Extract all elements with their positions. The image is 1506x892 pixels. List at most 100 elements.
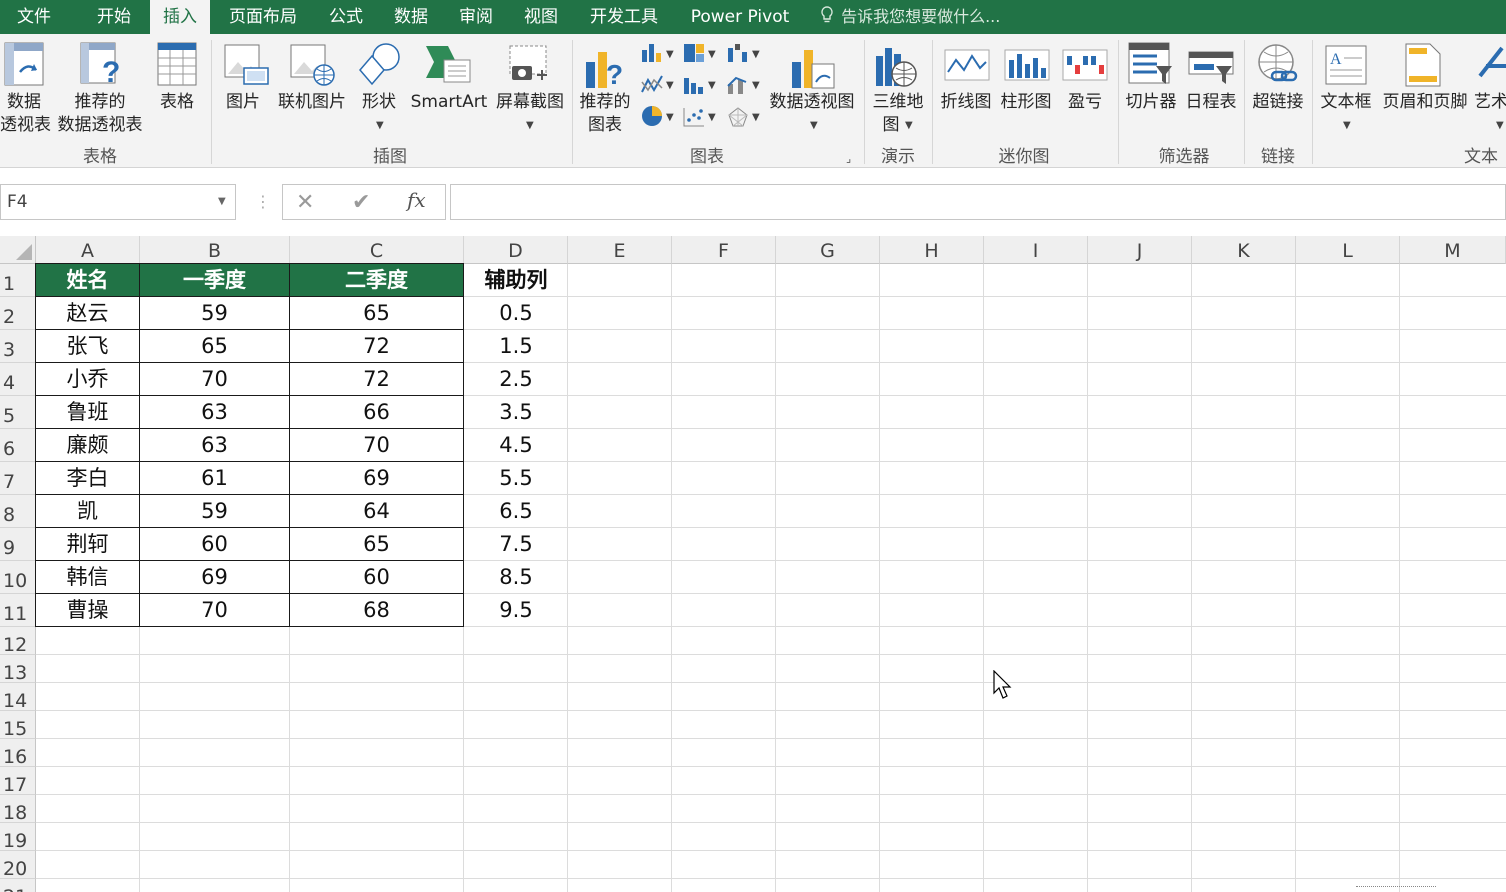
table-cell[interactable]: 张飞: [35, 329, 140, 363]
table-cell[interactable]: 68: [289, 593, 464, 627]
table-header-cell[interactable]: 二季度: [289, 263, 464, 297]
column-header[interactable]: F: [672, 236, 776, 264]
row-header[interactable]: 6: [0, 429, 36, 462]
row-header[interactable]: 15: [0, 711, 36, 740]
tell-me-search[interactable]: 告诉我您想要做什么...: [818, 0, 1000, 34]
table-cell[interactable]: 6.5: [464, 495, 568, 528]
column-header[interactable]: B: [140, 236, 290, 264]
column-header[interactable]: K: [1192, 236, 1296, 264]
chevron-down-icon[interactable]: ▼: [218, 196, 226, 207]
table-cell[interactable]: 72: [289, 329, 464, 363]
table-cell[interactable]: 70: [139, 362, 290, 396]
table-header-cell[interactable]: 姓名: [35, 263, 140, 297]
formula-bar-grip-icon[interactable]: ⋮: [255, 192, 271, 211]
tab-view[interactable]: 视图: [514, 0, 568, 34]
cancel-icon[interactable]: ✕: [296, 190, 314, 215]
table-cell[interactable]: 72: [289, 362, 464, 396]
shapes-label: 形状: [362, 92, 396, 112]
table-cell[interactable]: 60: [289, 560, 464, 594]
table-cell[interactable]: 凯: [35, 494, 140, 528]
table-cell[interactable]: 4.5: [464, 429, 568, 462]
table-cell[interactable]: 1.5: [464, 330, 568, 363]
row-header[interactable]: 4: [0, 363, 36, 396]
row-header[interactable]: 12: [0, 627, 36, 656]
table-cell[interactable]: 赵云: [35, 296, 140, 330]
row-header[interactable]: 20: [0, 851, 36, 880]
table-cell[interactable]: 69: [289, 461, 464, 495]
dialog-launcher-icon[interactable]: ⌟: [846, 152, 851, 165]
row-header[interactable]: 14: [0, 683, 36, 712]
table-cell[interactable]: 64: [289, 494, 464, 528]
column-header[interactable]: L: [1296, 236, 1400, 264]
row-header[interactable]: 1: [0, 264, 36, 297]
row-header[interactable]: 9: [0, 528, 36, 561]
select-all-corner[interactable]: [0, 236, 36, 264]
formula-input[interactable]: [450, 184, 1506, 220]
tab-data[interactable]: 数据: [384, 0, 438, 34]
table-cell[interactable]: 65: [289, 527, 464, 561]
column-header[interactable]: E: [568, 236, 672, 264]
check-icon[interactable]: ✔: [352, 190, 370, 215]
column-header[interactable]: D: [464, 236, 568, 264]
table-cell[interactable]: 63: [139, 395, 290, 429]
row-header[interactable]: 19: [0, 823, 36, 852]
row-header[interactable]: 2: [0, 297, 36, 330]
table-cell[interactable]: 李白: [35, 461, 140, 495]
table-cell[interactable]: 9.5: [464, 594, 568, 627]
table-cell[interactable]: 61: [139, 461, 290, 495]
tab-page-layout[interactable]: 页面布局: [220, 0, 306, 34]
tab-insert[interactable]: 插入: [150, 0, 210, 34]
table-header-cell[interactable]: 一季度: [139, 263, 290, 297]
row-header[interactable]: 18: [0, 795, 36, 824]
column-header[interactable]: H: [880, 236, 984, 264]
column-header[interactable]: A: [36, 236, 140, 264]
table-cell[interactable]: 65: [289, 296, 464, 330]
row-header[interactable]: 7: [0, 462, 36, 495]
table-cell[interactable]: 65: [139, 329, 290, 363]
row-header[interactable]: 5: [0, 396, 36, 429]
table-cell[interactable]: 荆轲: [35, 527, 140, 561]
table-cell[interactable]: 63: [139, 428, 290, 462]
table-cell[interactable]: 0.5: [464, 297, 568, 330]
column-header[interactable]: I: [984, 236, 1088, 264]
insert-function-button[interactable]: fx: [407, 188, 426, 212]
row-header[interactable]: 10: [0, 561, 36, 594]
row-header[interactable]: 8: [0, 495, 36, 528]
table-cell[interactable]: 7.5: [464, 528, 568, 561]
row-header[interactable]: 17: [0, 767, 36, 796]
row-header[interactable]: 16: [0, 739, 36, 768]
column-header[interactable]: M: [1400, 236, 1506, 264]
row-header[interactable]: 11: [0, 594, 36, 627]
tab-file[interactable]: 文件: [0, 0, 68, 34]
row-header[interactable]: 13: [0, 655, 36, 684]
table-cell[interactable]: 8.5: [464, 561, 568, 594]
table-cell[interactable]: 66: [289, 395, 464, 429]
table-cell[interactable]: 59: [139, 494, 290, 528]
table-cell[interactable]: 70: [289, 428, 464, 462]
column-header[interactable]: J: [1088, 236, 1192, 264]
table-cell[interactable]: 5.5: [464, 462, 568, 495]
name-box[interactable]: F4: [0, 184, 236, 220]
table-cell[interactable]: 60: [139, 527, 290, 561]
column-header[interactable]: C: [290, 236, 464, 264]
tab-developer[interactable]: 开发工具: [580, 0, 668, 34]
tab-review[interactable]: 审阅: [448, 0, 504, 34]
worksheet-grid[interactable]: ABCDEFGHIJKLM 1 2 3 4 5 6 7 8 9 10 11 12 13 14 15 16 17 1…: [0, 236, 1506, 892]
tab-power-pivot[interactable]: Power Pivot: [680, 0, 800, 34]
table-cell[interactable]: 2.5: [464, 363, 568, 396]
tab-home[interactable]: 开始: [82, 0, 146, 34]
table-header-cell[interactable]: 辅助列: [464, 264, 568, 297]
row-header[interactable]: 3: [0, 330, 36, 363]
table-cell[interactable]: 韩信: [35, 560, 140, 594]
table-cell[interactable]: 鲁班: [35, 395, 140, 429]
table-cell[interactable]: 曹操: [35, 593, 140, 627]
table-cell[interactable]: 70: [139, 593, 290, 627]
table-cell[interactable]: 69: [139, 560, 290, 594]
table-cell[interactable]: 小乔: [35, 362, 140, 396]
row-header[interactable]: 21: [0, 879, 36, 892]
table-cell[interactable]: 3.5: [464, 396, 568, 429]
tab-formulas[interactable]: 公式: [318, 0, 374, 34]
table-cell[interactable]: 廉颇: [35, 428, 140, 462]
table-cell[interactable]: 59: [139, 296, 290, 330]
column-header[interactable]: G: [776, 236, 880, 264]
